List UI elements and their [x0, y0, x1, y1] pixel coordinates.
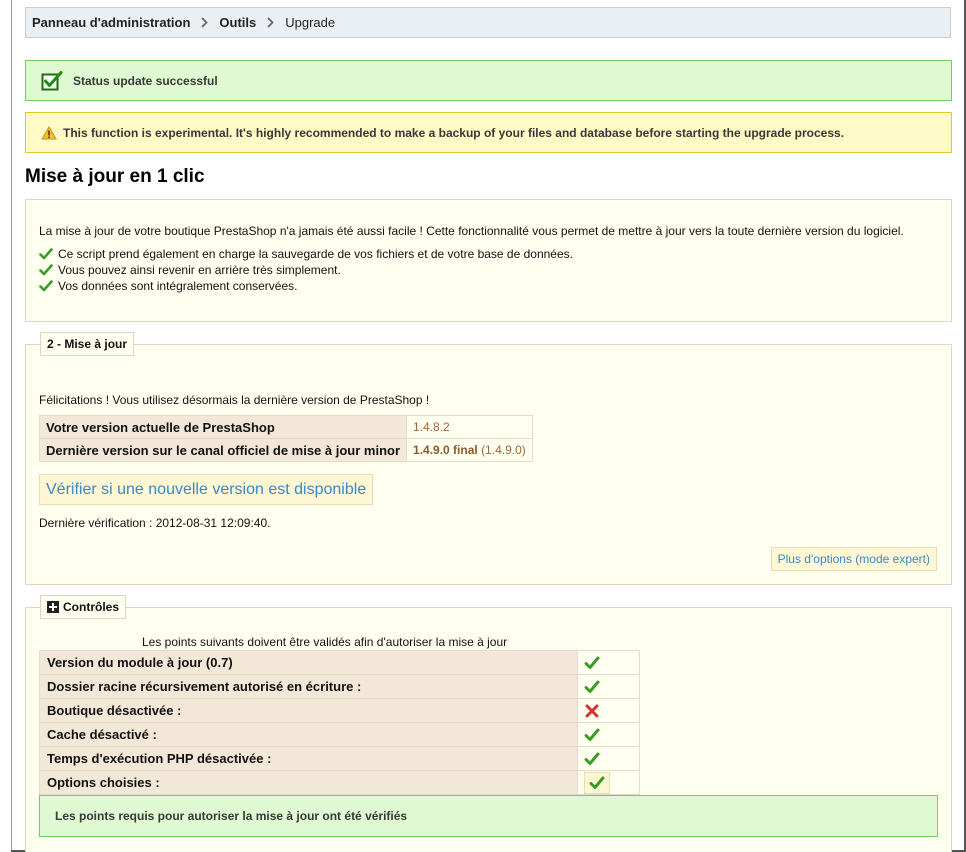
version-table: Votre version actuelle de PrestaShop 1.4…	[38, 415, 533, 462]
control-label: Options choisies :	[39, 770, 578, 795]
controls-legend-label: Contrôles	[63, 599, 120, 614]
control-label: Cache désactivé :	[39, 722, 578, 747]
control-label: Dossier racine récursivement autorisé en…	[39, 674, 578, 699]
check-icon	[584, 680, 600, 693]
list-item: Vos données sont intégralement conservée…	[39, 278, 938, 294]
status-success-alert: Status update successful	[25, 60, 952, 101]
control-label: Version du module à jour (0.7)	[39, 650, 578, 675]
check-icon	[584, 728, 600, 741]
breadcrumb-admin-link[interactable]: Panneau d'administration	[32, 15, 190, 30]
control-status	[577, 770, 640, 795]
current-version-label: Votre version actuelle de PrestaShop	[38, 415, 408, 439]
warning-triangle-icon	[41, 125, 57, 140]
table-row: Boutique désactivée :	[39, 698, 640, 723]
control-label: Boutique désactivée :	[39, 698, 578, 723]
latest-version-value: 1.4.9.0 final (1.4.9.0)	[406, 438, 533, 462]
control-status	[577, 698, 640, 723]
table-row: Version du module à jour (0.7)	[39, 650, 640, 675]
latest-version-name: 1.4.9.0 final	[413, 443, 478, 457]
cross-icon	[585, 704, 599, 717]
feature-text: Vos données sont intégralement conservée…	[58, 279, 298, 293]
intro-text: La mise à jour de votre boutique PrestaS…	[39, 224, 904, 238]
upgrade-fieldset: 2 - Mise à jour Félicitations ! Vous uti…	[25, 332, 952, 585]
intro-box: La mise à jour de votre boutique PrestaS…	[25, 199, 952, 322]
controls-intro-text: Les points suivants doivent être validés…	[142, 635, 508, 649]
table-row: Options choisies :	[39, 770, 640, 795]
breadcrumb-current: Upgrade	[285, 15, 336, 30]
feature-text: Vous pouvez ainsi revenir en arrière trè…	[58, 263, 341, 277]
congrats-message: Félicitations ! Vous utilisez désormais …	[39, 393, 430, 407]
upgrade-legend: 2 - Mise à jour	[40, 332, 135, 356]
check-icon	[39, 264, 53, 276]
check-new-version-button[interactable]: Vérifier si une nouvelle version est dis…	[39, 474, 374, 505]
latest-version-number: (1.4.9.0)	[481, 443, 526, 457]
last-check-text: Dernière vérification : 2012-08-31 12:09…	[39, 516, 271, 530]
check-icon	[39, 248, 53, 260]
breadcrumb: Panneau d'administration Outils Upgrade	[25, 7, 951, 38]
options-check-button[interactable]	[584, 771, 610, 794]
warning-message: This function is experimental. It's high…	[63, 125, 845, 140]
check-icon	[584, 656, 600, 669]
table-row: Dernière version sur le canal officiel d…	[38, 438, 533, 462]
check-icon	[39, 280, 53, 292]
table-row: Dossier racine récursivement autorisé en…	[39, 674, 640, 699]
expert-mode-button[interactable]: Plus d'options (mode expert)	[770, 547, 937, 571]
latest-version-label: Dernière version sur le canal officiel d…	[38, 438, 408, 462]
breadcrumb-tools-link[interactable]: Outils	[219, 15, 256, 30]
controls-legend[interactable]: Contrôles	[40, 595, 127, 619]
check-icon	[584, 752, 600, 765]
control-label: Temps d'exécution PHP désactivée :	[39, 746, 578, 771]
control-status	[577, 674, 640, 699]
list-item: Ce script prend également en charge la s…	[39, 246, 938, 262]
control-status	[577, 746, 640, 771]
requirements-ok-message: Les points requis pour autoriser la mise…	[39, 795, 938, 837]
controls-table: Version du module à jour (0.7) Dossier r…	[39, 650, 640, 795]
expand-plus-icon[interactable]	[47, 601, 59, 613]
feature-list: Ce script prend également en charge la s…	[39, 246, 938, 294]
feature-text: Ce script prend également en charge la s…	[58, 247, 573, 261]
current-version-value: 1.4.8.2	[406, 415, 533, 439]
control-status	[577, 722, 640, 747]
table-row: Temps d'exécution PHP désactivée :	[39, 746, 640, 771]
success-message: Status update successful	[73, 73, 218, 88]
table-row: Cache désactivé :	[39, 722, 640, 747]
page-title: Mise à jour en 1 clic	[25, 166, 205, 187]
experimental-warning-alert: This function is experimental. It's high…	[25, 112, 952, 153]
check-icon	[589, 776, 605, 789]
window-frame-left	[11, 0, 12, 852]
success-check-icon	[41, 70, 63, 91]
list-item: Vous pouvez ainsi revenir en arrière trè…	[39, 262, 938, 278]
chevron-right-icon	[201, 17, 209, 28]
table-row: Votre version actuelle de PrestaShop 1.4…	[38, 415, 533, 439]
controls-fieldset: Contrôles Les points suivants doivent êt…	[25, 595, 952, 852]
control-status	[577, 650, 640, 675]
chevron-right-icon	[267, 17, 275, 28]
